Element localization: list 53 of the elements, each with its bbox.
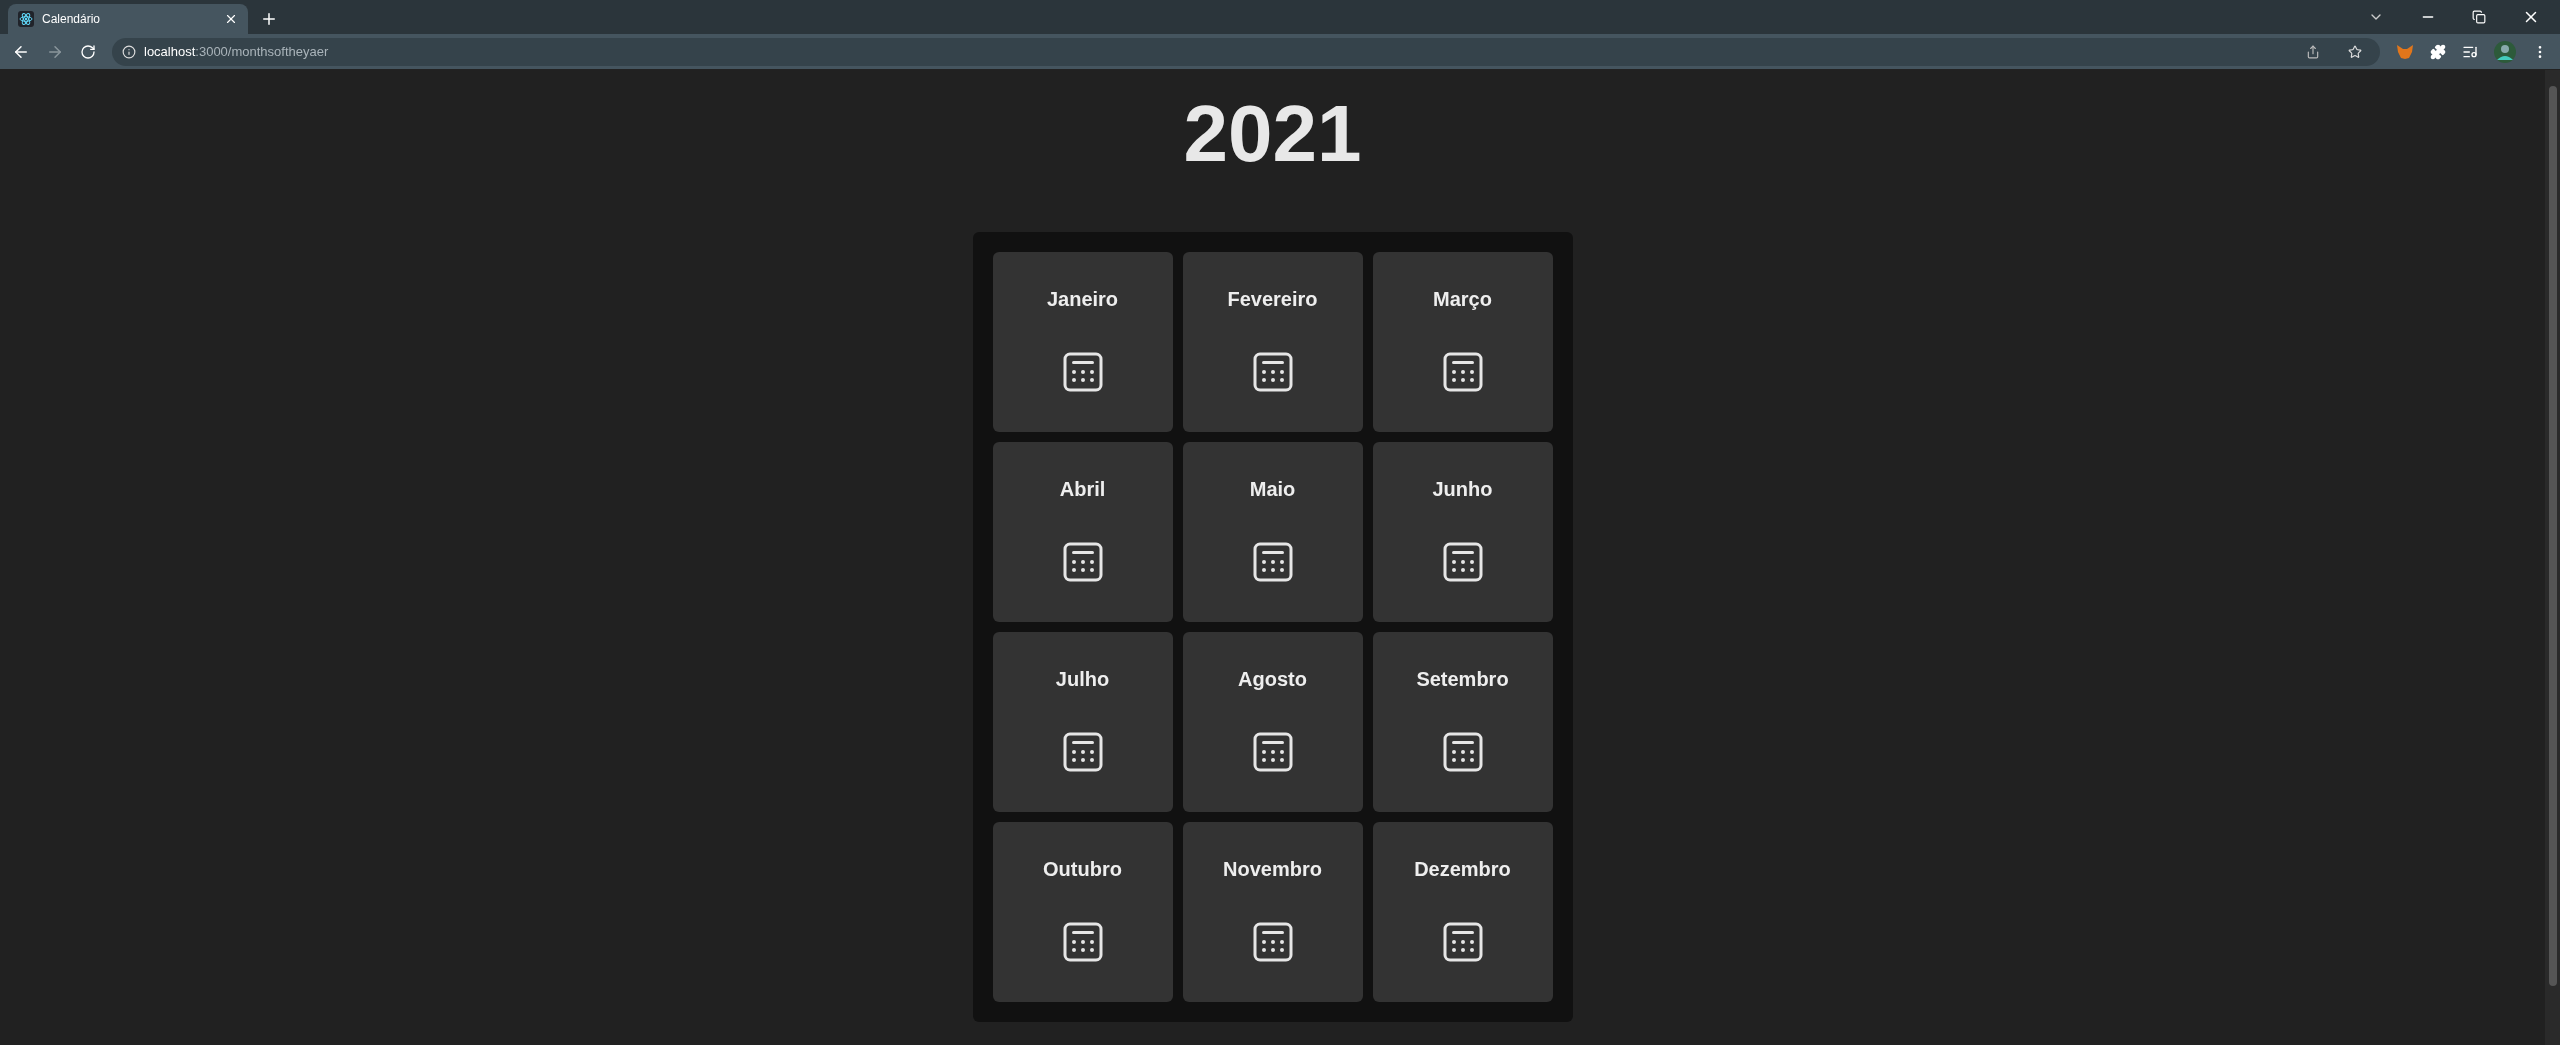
year-title: 2021 [1183,88,1362,180]
calculator-icon [1442,732,1483,772]
month-name: Dezembro [1414,857,1511,882]
atom-icon [18,11,34,27]
calculator-icon [1062,352,1103,392]
url-text: localhost:3000/monthsoftheyaer [144,42,329,61]
close-icon[interactable] [224,12,238,26]
address-bar[interactable]: localhost:3000/monthsoftheyaer [112,37,2380,66]
month-name: Outubro [1043,857,1122,882]
month-name: Abril [1059,477,1106,502]
month-card[interactable]: Fevereiro [1182,252,1363,432]
calculator-icon [1062,542,1103,582]
calculator-icon [1442,542,1483,582]
scrollbar[interactable] [2545,70,2560,1045]
calculator-icon [1252,542,1293,582]
month-card[interactable]: Março [1372,252,1553,432]
month-card[interactable]: Dezembro [1372,822,1553,1002]
month-name: Agosto [1238,667,1307,692]
tab-title: Calendário [42,11,102,28]
month-card[interactable]: Maio [1182,442,1363,622]
info-icon [122,44,136,59]
restore-icon[interactable] [2472,10,2486,24]
month-card[interactable]: Junho [1372,442,1553,622]
month-card[interactable]: Abril [992,442,1173,622]
share-icon[interactable] [2306,44,2320,59]
new-tab-icon[interactable] [260,10,278,28]
month-name: Junho [1432,477,1493,502]
month-name: Novembro [1223,857,1322,882]
month-name: Janeiro [1046,287,1119,312]
calculator-icon [1442,922,1483,962]
calculator-icon [1252,732,1293,772]
month-card[interactable]: Novembro [1182,822,1363,1002]
avatar-icon[interactable] [2494,40,2516,63]
star-icon[interactable] [2348,44,2362,59]
month-card[interactable]: Julho [992,632,1173,812]
month-card[interactable]: Janeiro [992,252,1173,432]
browser-tab[interactable]: Calendário [8,4,248,34]
month-name: Março [1433,287,1492,312]
month-name: Fevereiro [1227,287,1318,312]
calculator-icon [1062,922,1103,962]
calculator-icon [1062,732,1103,772]
month-card[interactable]: Agosto [1182,632,1363,812]
month-name: Setembro [1416,667,1509,692]
calculator-icon [1252,352,1293,392]
reload-icon[interactable] [80,43,96,60]
month-card[interactable]: Setembro [1372,632,1553,812]
calculator-icon [1442,352,1483,392]
month-name: Maio [1249,477,1296,502]
fox-icon[interactable] [2396,43,2414,60]
month-name: Julho [1055,667,1110,692]
month-card[interactable]: Outubro [992,822,1173,1002]
calculator-icon [1252,922,1293,962]
puzzle-icon[interactable] [2430,43,2446,60]
